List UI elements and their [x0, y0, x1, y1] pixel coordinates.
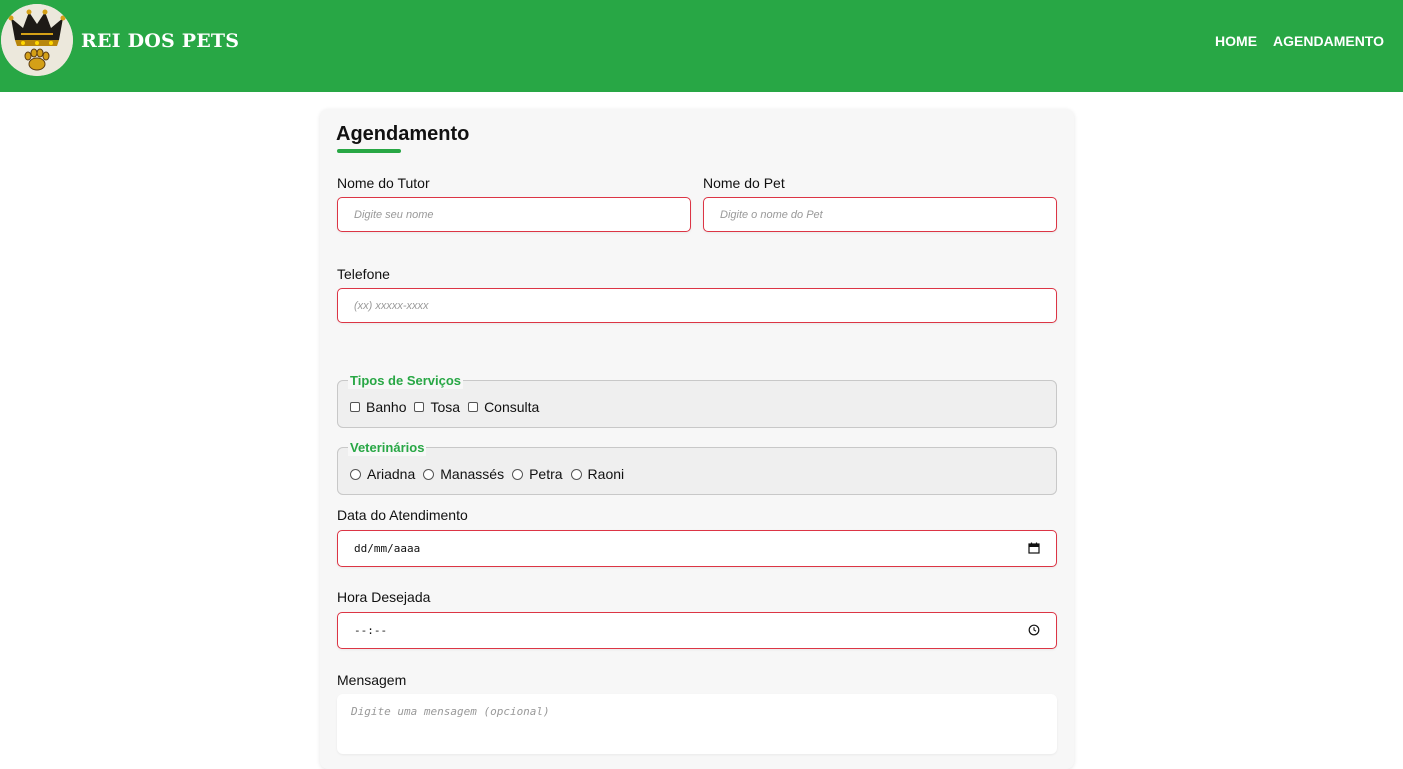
- petra-radio[interactable]: [512, 468, 524, 480]
- crown-paw-logo-icon[interactable]: [1, 4, 73, 76]
- time-placeholder: --:--: [354, 624, 388, 637]
- tosa-label: Tosa: [430, 399, 461, 415]
- time-label: Hora Desejada: [337, 589, 431, 605]
- consulta-checkbox[interactable]: [468, 402, 479, 412]
- main-nav: HOME AGENDAMENTO: [1215, 33, 1384, 49]
- service-option-banho[interactable]: Banho: [350, 399, 406, 415]
- raoni-radio[interactable]: [570, 468, 582, 480]
- ariadna-radio[interactable]: [350, 468, 361, 480]
- nav-home-link[interactable]: HOME: [1215, 33, 1257, 49]
- site-header: REI DOS PETS HOME AGENDAMENTO: [0, 0, 1403, 92]
- vet-option-raoni[interactable]: Raoni: [570, 466, 625, 482]
- vet-option-manasses[interactable]: Manassés: [423, 466, 504, 482]
- pet-name-input[interactable]: Digite o nome do Pet: [703, 197, 1057, 232]
- banho-label: Banho: [366, 399, 407, 415]
- manasses-radio[interactable]: [423, 468, 435, 480]
- vet-option-ariadna[interactable]: Ariadna: [350, 466, 415, 482]
- time-input[interactable]: --:--: [337, 612, 1057, 649]
- pet-label: Nome do Pet: [703, 175, 785, 191]
- vets-legend: Veterinários: [348, 440, 427, 456]
- vets-options: Ariadna Manassés Petra Raoni: [350, 466, 632, 482]
- pet-name-placeholder: Digite o nome do Pet: [720, 209, 823, 221]
- date-placeholder: dd/mm/aaaa: [354, 542, 421, 555]
- vet-option-petra[interactable]: Petra: [512, 466, 563, 482]
- services-fieldset: Tipos de Serviços Banho Tosa Consulta: [337, 373, 1057, 428]
- title-underline: [337, 149, 401, 153]
- consulta-label: Consulta: [484, 399, 540, 415]
- phone-label: Telefone: [337, 266, 390, 282]
- phone-placeholder: (xx) xxxxx-xxxx: [354, 300, 429, 312]
- services-legend: Tipos de Serviços: [348, 373, 464, 389]
- page-title: Agendamento: [336, 123, 470, 145]
- tutor-name-input[interactable]: Digite seu nome: [337, 197, 691, 232]
- service-option-consulta[interactable]: Consulta: [468, 399, 539, 415]
- tutor-label: Nome do Tutor: [337, 175, 430, 191]
- brand-name: REI DOS PETS: [81, 30, 240, 52]
- services-options: Banho Tosa Consulta: [350, 399, 547, 415]
- banho-checkbox[interactable]: [350, 402, 360, 412]
- message-label: Mensagem: [337, 672, 407, 688]
- date-input[interactable]: dd/mm/aaaa: [337, 530, 1057, 567]
- tutor-name-placeholder: Digite seu nome: [354, 209, 434, 221]
- vets-fieldset: Veterinários Ariadna Manassés Petra Raon…: [337, 440, 1057, 495]
- message-placeholder: Digite uma mensagem (opcional): [351, 705, 550, 718]
- petra-label: Petra: [529, 466, 563, 482]
- phone-input[interactable]: (xx) xxxxx-xxxx: [337, 288, 1057, 323]
- ariadna-label: Ariadna: [367, 466, 416, 482]
- clock-icon[interactable]: [1028, 623, 1040, 641]
- manasses-label: Manassés: [440, 466, 505, 482]
- nav-agendamento-link[interactable]: AGENDAMENTO: [1273, 33, 1384, 49]
- service-option-tosa[interactable]: Tosa: [414, 399, 460, 415]
- tosa-checkbox[interactable]: [414, 402, 425, 412]
- calendar-icon[interactable]: [1028, 541, 1040, 559]
- date-label: Data do Atendimento: [337, 507, 468, 523]
- message-textarea[interactable]: Digite uma mensagem (opcional): [337, 694, 1057, 754]
- raoni-label: Raoni: [587, 466, 625, 482]
